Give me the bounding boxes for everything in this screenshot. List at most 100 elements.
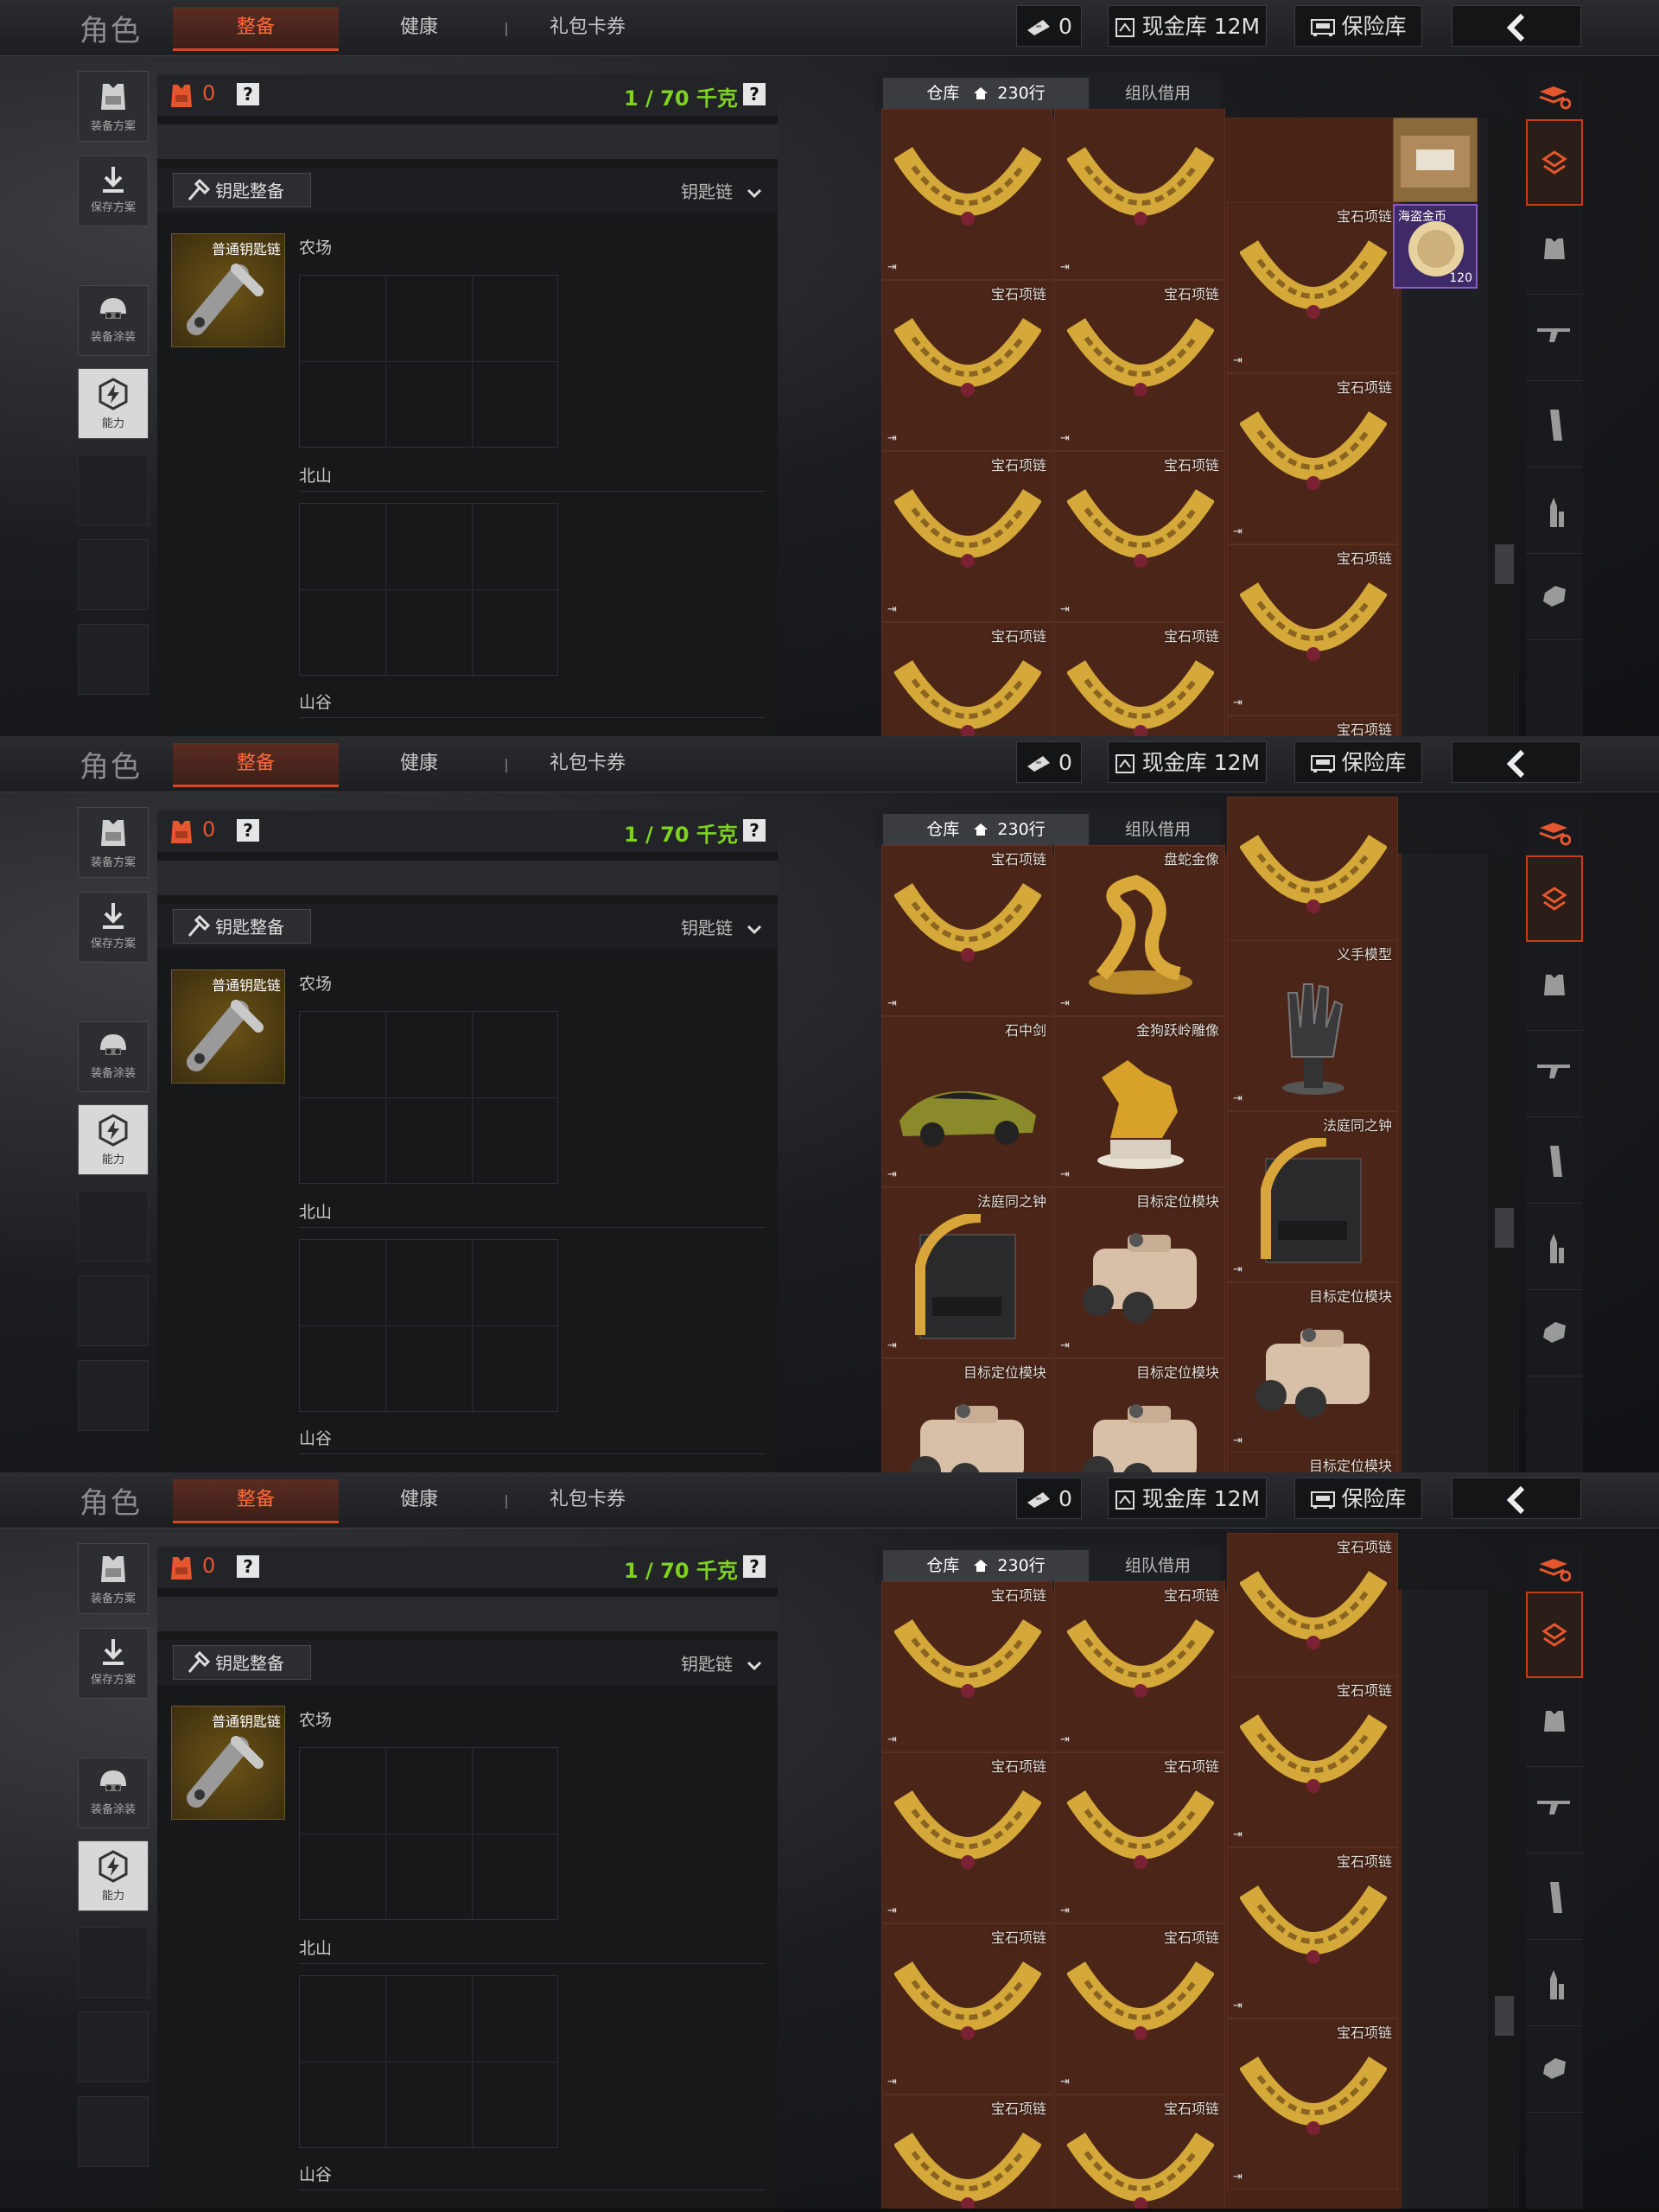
warehouse-item[interactable]: 宝石项链⇥ [881,451,1052,622]
zone-key-grid[interactable] [299,1011,558,1184]
category-armor[interactable] [1526,1680,1583,1767]
sort-icon[interactable] [1538,821,1571,847]
category-magazine[interactable] [1526,380,1583,467]
warehouse-item[interactable]: 宝石项链⇥ [1054,1752,1225,1923]
equipment-paint-button[interactable]: 装备涂装 [78,285,149,356]
warehouse-item[interactable]: 宝石项链⇥ [1227,715,1398,736]
zone-key-grid[interactable] [299,503,558,676]
tab-warehouse[interactable]: 仓库 230行 [883,814,1089,845]
category-all[interactable] [1526,1592,1583,1678]
keychain-item[interactable]: 普通钥匙链 [171,969,285,1084]
tab-loadout[interactable]: 整备 [173,7,339,51]
question-icon[interactable]: ? [237,1555,259,1578]
ticket-counter[interactable]: 0 [1016,1478,1082,1519]
loadout-search-bar[interactable] [157,1597,778,1631]
loadout-plan-button[interactable]: 装备方案 [78,71,149,142]
warehouse-item[interactable]: 宝石项链⇥ [881,1923,1052,2094]
loadout-search-bar[interactable] [157,861,778,895]
ticket-counter[interactable]: 0 [1016,5,1082,47]
tab-health[interactable]: 健康 [380,1479,458,1521]
warehouse-item[interactable]: 石中剑 ⇥ [881,1016,1052,1187]
tab-health[interactable]: 健康 [380,7,458,48]
ability-button[interactable]: 能力 [78,368,149,439]
warehouse-item[interactable]: 宝石项链⇥ [881,622,1052,736]
warehouse-item[interactable]: 目标定位模块⇥ [1054,1187,1225,1358]
back-button[interactable] [1452,1478,1581,1519]
category-magazine[interactable] [1526,1853,1583,1940]
zone-key-grid[interactable] [299,275,558,448]
keychain-dropdown[interactable]: 钥匙链 [681,1650,762,1675]
category-ammo[interactable] [1526,467,1583,554]
category-armor[interactable] [1526,207,1583,295]
category-ammo[interactable] [1526,1203,1583,1290]
warehouse-item[interactable]: 目标定位模块⇥ [1054,1358,1225,1472]
warehouse-scrollbar[interactable] [1488,854,1519,1472]
loadout-plan-button[interactable]: 装备方案 [78,1543,149,1614]
scroll-thumb[interactable] [1495,1208,1514,1248]
category-gear[interactable] [1526,2025,1583,2113]
warehouse-item[interactable]: 宝石项链⇥ [1054,1581,1225,1752]
warehouse-item[interactable]: 目标定位模块⇥ [1227,1282,1398,1453]
tab-gift-cards[interactable]: 礼包卡券 [518,7,657,48]
warehouse-item[interactable]: 宝石项链⇥ [1227,1847,1398,2018]
question-icon[interactable]: ? [237,83,259,105]
warehouse-item[interactable]: 宝石项链⇥ [881,2094,1052,2209]
warehouse-item[interactable]: 宝石项链⇥ [881,280,1052,451]
ability-button[interactable]: 能力 [78,1104,149,1175]
warehouse-item[interactable]: 宝石项链⇥ [1227,2018,1398,2190]
tab-team-borrow[interactable]: 组队借用 [1097,78,1218,109]
warehouse-item[interactable]: 海盗金币 120 [1393,204,1478,289]
keychain-dropdown[interactable]: 钥匙链 [681,178,762,203]
back-button[interactable] [1452,5,1581,47]
keychain-dropdown[interactable]: 钥匙链 [681,914,762,939]
keychain-item[interactable]: 普通钥匙链 [171,233,285,347]
loadout-plan-button[interactable]: 装备方案 [78,807,149,878]
question-icon[interactable]: ? [743,83,766,105]
tab-gift-cards[interactable]: 礼包卡券 [518,1479,657,1521]
ability-button[interactable]: 能力 [78,1840,149,1911]
save-plan-button[interactable]: 保存方案 [78,892,149,963]
question-icon[interactable]: ? [237,819,259,842]
warehouse-item[interactable]: 宝石项链⇥ [1054,280,1225,451]
question-icon[interactable]: ? [743,819,766,842]
warehouse-item[interactable]: 盘蛇金像 ⇥ [1054,845,1225,1016]
tab-warehouse[interactable]: 仓库 230行 [883,78,1089,109]
warehouse-item[interactable]: ⇥ [1054,109,1225,280]
zone-key-grid[interactable] [299,1747,558,1920]
save-plan-button[interactable]: 保存方案 [78,156,149,226]
scroll-thumb[interactable] [1495,1996,1514,2036]
tab-loadout[interactable]: 整备 [173,1479,339,1523]
warehouse-item[interactable]: 宝石项链⇥ [1054,2094,1225,2209]
save-plan-button[interactable]: 保存方案 [78,1628,149,1699]
keychain-item[interactable]: 普通钥匙链 [171,1706,285,1820]
warehouse-item[interactable]: 宝石项链⇥ [1054,451,1225,622]
category-magazine[interactable] [1526,1116,1583,1204]
safe-vault-button[interactable]: 保险库 [1294,1478,1422,1519]
warehouse-item[interactable]: ⇥ [881,109,1052,280]
zone-key-grid[interactable] [299,1975,558,2148]
cash-vault-button[interactable]: 现金库 12M [1108,5,1267,47]
warehouse-item[interactable]: 目标定位模块⇥ [1227,1452,1398,1472]
key-loadout-button[interactable]: 钥匙整备 [173,1645,311,1680]
safe-vault-button[interactable]: 保险库 [1294,5,1422,47]
warehouse-item[interactable]: 宝石项链⇥ [1054,622,1225,736]
warehouse-item[interactable]: 宝石项链⇥ [881,1581,1052,1752]
category-all[interactable] [1526,119,1583,206]
category-ammo[interactable] [1526,1939,1583,2026]
warehouse-item[interactable]: 目标定位模块⇥ [881,1358,1052,1472]
sort-icon[interactable] [1538,1557,1571,1583]
warehouse-item[interactable]: 宝石项链⇥ [1227,373,1398,544]
scroll-thumb[interactable] [1495,544,1514,584]
category-all[interactable] [1526,855,1583,942]
tab-loadout[interactable]: 整备 [173,743,339,787]
safe-vault-button[interactable]: 保险库 [1294,741,1422,783]
warehouse-scrollbar[interactable] [1488,118,1519,736]
category-weapon[interactable] [1526,1766,1583,1853]
equipment-paint-button[interactable]: 装备涂装 [78,1021,149,1092]
warehouse-item[interactable]: 法庭同之钟 ⇥ [1227,1111,1398,1282]
tab-warehouse[interactable]: 仓库 230行 [883,1550,1089,1581]
warehouse-item[interactable]: 法庭同之钟 ⇥ [881,1187,1052,1358]
cash-vault-button[interactable]: 现金库 12M [1108,741,1267,783]
loadout-search-bar[interactable] [157,124,778,159]
tab-health[interactable]: 健康 [380,743,458,785]
